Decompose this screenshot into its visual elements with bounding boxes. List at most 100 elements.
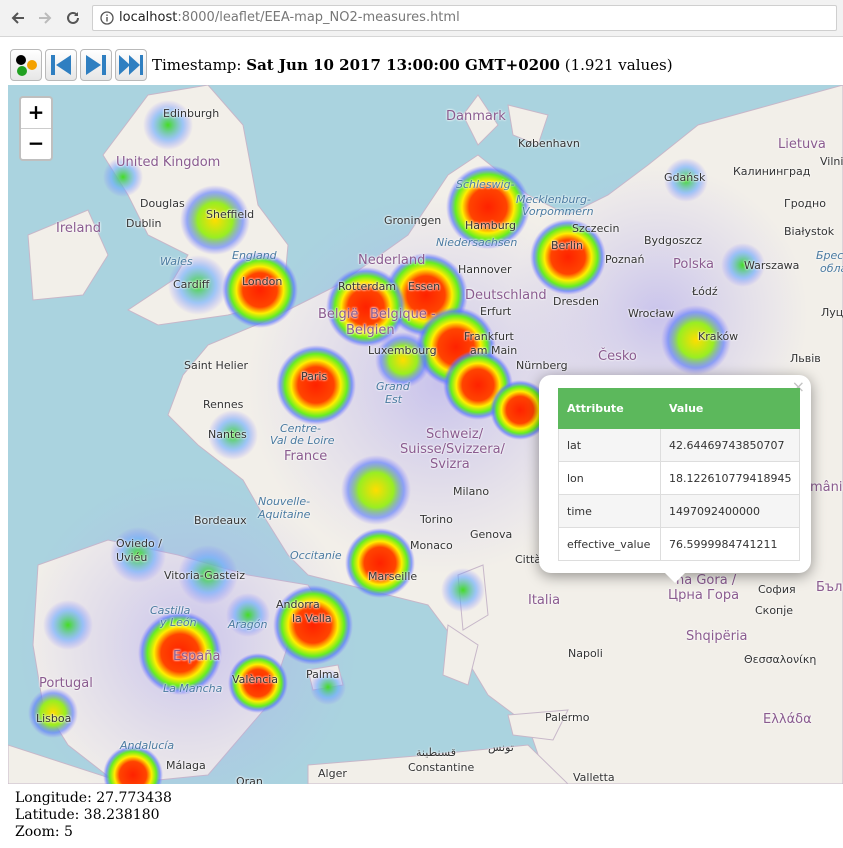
table-row: lat 42.64469743850707 xyxy=(558,428,801,462)
fast-forward-icon xyxy=(119,55,143,75)
map-label: Uviéu xyxy=(116,551,148,564)
map-label: Napoli xyxy=(568,647,603,660)
map-label: Hannover xyxy=(458,263,512,276)
map-label: Palma xyxy=(306,668,340,681)
map-label: Ελλάδα xyxy=(763,712,812,727)
url-text: localhost:8000/leaflet/EEA-map_NO2-measu… xyxy=(119,10,460,25)
attribute-cell: effective_value xyxy=(558,527,661,561)
arrow-right-icon xyxy=(39,12,52,24)
map-label: België xyxy=(318,307,359,322)
values-count: (1.921 values) xyxy=(564,56,673,74)
map-label: Genova xyxy=(470,528,513,541)
zoom-in-button[interactable]: + xyxy=(21,98,51,129)
map-label: València xyxy=(232,673,279,686)
map-view[interactable]: United Kingdom Ireland Edinburgh Douglas… xyxy=(8,85,843,784)
forward-button[interactable] xyxy=(33,6,57,30)
map-label: облас xyxy=(820,262,843,275)
map-label: Aquitaine xyxy=(258,508,311,521)
map-label: Val de Loire xyxy=(270,434,335,447)
map-label: Гродно xyxy=(784,197,826,210)
map-label: Θεσσαλονίκη xyxy=(744,653,817,666)
map-label: Wales xyxy=(160,255,193,268)
map-label: Belgique - xyxy=(370,307,436,322)
column-header: Value xyxy=(659,388,801,429)
map-label: Niedersachsen xyxy=(436,236,518,249)
map-label: Constantine xyxy=(408,761,475,774)
map-label: تونس xyxy=(488,741,514,754)
map-label: Luxembourg xyxy=(368,344,437,357)
next-button[interactable] xyxy=(80,49,112,81)
map-label: Oran xyxy=(236,775,263,784)
map-label: Nederland xyxy=(358,253,426,268)
cursor-info: Longitude: 27.773438 Latitude: 38.238180… xyxy=(15,790,172,841)
map-label: United Kingdom xyxy=(116,155,221,170)
map-label: Nürnberg xyxy=(516,359,568,372)
map-label: España xyxy=(173,649,221,664)
back-button[interactable] xyxy=(6,6,30,30)
map-label: Polska xyxy=(673,257,714,272)
map-label: Vilni xyxy=(820,155,843,168)
map-label: Cardiff xyxy=(173,278,210,291)
timestamp-value: Sat Jun 10 2017 13:00:00 GMT+0200 xyxy=(246,56,560,74)
map-label: Łódź xyxy=(692,285,718,298)
attribute-table: Attribute Value lat 42.64469743850707 lo… xyxy=(558,388,801,561)
map-label: Bydgoszcz xyxy=(644,234,703,247)
map-label: Białystok xyxy=(784,225,835,238)
table-row: lon 18.122610779418945 xyxy=(558,461,801,495)
map-label: La Mancha xyxy=(163,682,223,695)
map-label: Groningen xyxy=(384,214,442,227)
map-label: Lietuva xyxy=(778,137,826,152)
map-label: Málaga xyxy=(166,759,206,772)
map-label: Poznań xyxy=(605,253,645,266)
address-bar[interactable]: localhost:8000/leaflet/EEA-map_NO2-measu… xyxy=(92,5,837,31)
value-cell: 18.122610779418945 xyxy=(659,461,801,495)
map-label: Berlin xyxy=(551,239,583,252)
map-label: Rotterdam xyxy=(338,280,397,293)
previous-button[interactable] xyxy=(45,49,77,81)
table-header-row: Attribute Value xyxy=(558,388,801,429)
map-label: Vitoria-Gasteiz xyxy=(164,569,245,582)
attribute-cell: time xyxy=(558,494,661,528)
map-label: København xyxy=(518,137,580,150)
map-label: Belgien xyxy=(346,323,395,338)
skip-forward-icon xyxy=(86,55,106,75)
map-label: Dublin xyxy=(126,217,162,230)
map-label: Луц xyxy=(821,306,843,319)
attribute-cell: lat xyxy=(558,428,661,462)
map-label: Nouvelle- xyxy=(258,495,311,508)
legend-button[interactable] xyxy=(10,49,42,81)
map-label: Oviedo / xyxy=(116,537,162,550)
map-label: Львів xyxy=(790,352,821,365)
map-label: Douglas xyxy=(140,197,185,210)
value-cell: 42.64469743850707 xyxy=(659,428,801,462)
zoom-control: + − xyxy=(19,96,53,161)
map-label: Česko xyxy=(598,349,637,364)
map-label: London xyxy=(242,275,283,288)
map-label: Frankfurt xyxy=(464,330,514,343)
map-label: Monaco xyxy=(410,539,453,552)
browser-toolbar: localhost:8000/leaflet/EEA-map_NO2-measu… xyxy=(0,0,843,37)
map-label: Occitanie xyxy=(290,549,342,562)
map-label: mânia xyxy=(810,480,843,495)
skip-back-icon xyxy=(51,55,71,75)
map-label: Grand xyxy=(376,380,410,393)
map-label: Milano xyxy=(453,485,490,498)
map-label: Lisboa xyxy=(36,712,72,725)
map-label: na Gora / xyxy=(676,573,737,588)
map-label: Città xyxy=(515,553,542,566)
zoom-out-button[interactable]: − xyxy=(21,129,51,159)
map-label: Ireland xyxy=(56,221,101,236)
map-label: Deutschland xyxy=(465,288,547,303)
map-label: Калининград xyxy=(733,165,811,178)
table-row: effective_value 76.5999984741211 xyxy=(558,527,801,561)
reload-button[interactable] xyxy=(61,6,85,30)
fast-forward-button[interactable] xyxy=(115,49,147,81)
map-label: Szczecin xyxy=(572,222,620,235)
map-label: Бълга xyxy=(816,580,843,595)
map-label: Vorpommern xyxy=(522,205,594,218)
map-label: y León xyxy=(160,616,197,629)
map-label: Gdańsk xyxy=(664,171,706,184)
map-label: قسنطينة xyxy=(416,746,456,759)
map-label: Portugal xyxy=(39,676,93,691)
map-label: Palermo xyxy=(545,711,590,724)
